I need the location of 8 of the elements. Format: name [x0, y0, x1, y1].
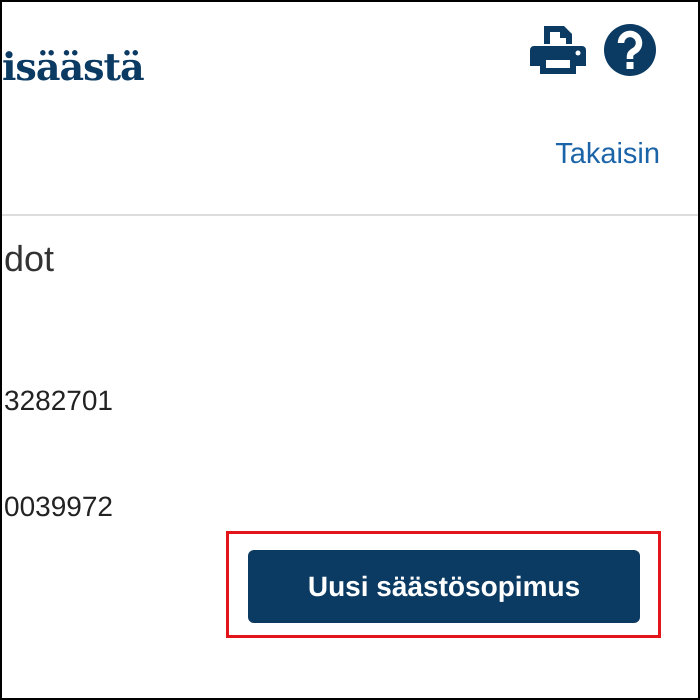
field-value: 0039972: [3, 491, 114, 523]
new-savings-agreement-button[interactable]: Uusi säästösopimus: [248, 550, 640, 623]
page-title: isäästä: [2, 44, 144, 89]
print-icon[interactable]: [530, 24, 586, 76]
section-heading: dot: [3, 238, 56, 280]
help-icon[interactable]: [604, 24, 656, 76]
field-value: 3282701: [3, 385, 114, 417]
back-link[interactable]: Takaisin: [555, 138, 660, 214]
